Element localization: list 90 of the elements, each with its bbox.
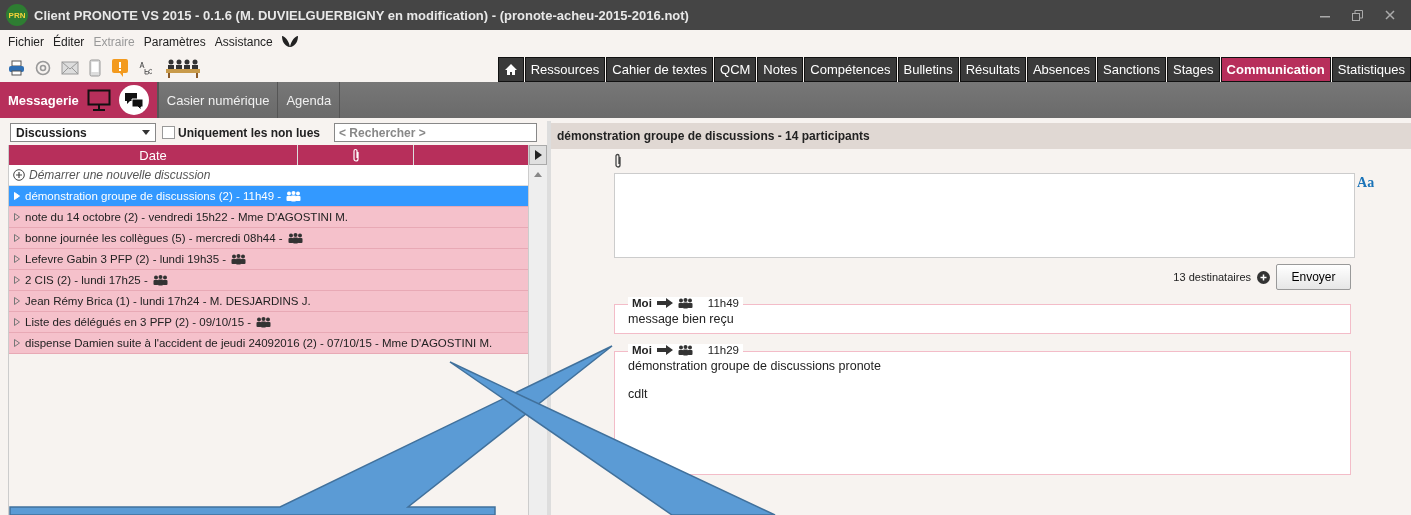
- module-tab[interactable]: Ressources: [524, 56, 606, 82]
- module-tab[interactable]: Bulletins: [897, 56, 959, 82]
- module-tab[interactable]: Sanctions: [1097, 56, 1167, 82]
- menu-item[interactable]: Assistance: [214, 34, 273, 49]
- butterfly-icon[interactable]: [281, 34, 298, 49]
- window-title: Client PRONOTE VS 2015 - 0.1.6 (M. DUVIELGUERBIGNY en modification) - (pronote-acheu-2015-2016.not): [34, 7, 690, 23]
- message-author: Moi: [632, 344, 652, 356]
- discussion-row[interactable]: note du 14 octobre (2) - vendredi 15h22 - Mme D'AGOSTINI M.: [9, 207, 529, 228]
- send-button[interactable]: Envoyer: [1276, 264, 1352, 290]
- conversation-title: démonstration groupe de discussions - 14 participants: [551, 123, 1411, 149]
- add-recipient-icon[interactable]: [1257, 270, 1271, 284]
- paperclip-icon: [351, 148, 360, 162]
- text-format-button[interactable]: Aa: [1357, 175, 1375, 191]
- expand-triangle-icon: [14, 234, 20, 242]
- checkbox-label: Uniquement les non lues: [178, 125, 321, 140]
- menu-item[interactable]: Fichier: [8, 34, 44, 49]
- group-icon: [256, 316, 272, 328]
- new-discussion-row[interactable]: Démarrer une nouvelle discussion: [9, 165, 529, 186]
- home-button[interactable]: [497, 56, 524, 82]
- new-discussion-label: Démarrer une nouvelle discussion: [29, 168, 211, 182]
- message-time: 11h49: [707, 297, 739, 309]
- plus-circle-icon: [13, 169, 25, 181]
- printer-icon[interactable]: [8, 59, 25, 76]
- envelope-icon[interactable]: [61, 60, 79, 75]
- message-input[interactable]: [614, 173, 1356, 258]
- scroll-up-icon[interactable]: [534, 172, 543, 177]
- group-icon: [231, 253, 247, 265]
- search-field[interactable]: < Rechercher >: [334, 123, 538, 142]
- right-triangle-icon: [534, 150, 542, 160]
- sub-tab[interactable]: Casier numérique: [158, 82, 279, 118]
- right-arrow-icon: [656, 345, 673, 355]
- discussion-row[interactable]: Jean Rémy Brica (1) - lundi 17h24 - M. DESJARDINS J.: [9, 291, 529, 312]
- restore-icon[interactable]: [1352, 9, 1363, 21]
- meeting-table-icon[interactable]: [165, 57, 201, 78]
- home-icon: [504, 63, 517, 75]
- module-tab[interactable]: Notes: [757, 56, 804, 82]
- sub-tab[interactable]: Agenda: [278, 82, 341, 118]
- group-icon: [677, 297, 693, 309]
- expand-triangle-icon: [14, 213, 20, 221]
- module-tab[interactable]: QCM: [714, 56, 757, 82]
- message-text: démonstration groupe de discussions pronote: [628, 359, 882, 373]
- group-icon: [152, 274, 168, 286]
- discussion-label: Liste des délégués en 3 PFP (2) - 09/10/15 -: [25, 316, 252, 328]
- group-icon: [287, 232, 303, 244]
- message-text: cdlt: [628, 387, 649, 401]
- message-time: 11h29: [707, 344, 739, 356]
- menu-item[interactable]: Paramètres: [143, 34, 206, 49]
- alert-bubble-icon[interactable]: [111, 57, 129, 78]
- module-tab[interactable]: Stages: [1167, 56, 1220, 82]
- discussion-type-dropdown[interactable]: Discussions: [10, 123, 156, 142]
- expand-triangle-icon: [14, 276, 20, 284]
- group-icon: [677, 344, 693, 356]
- discussion-label: 2 CIS (2) - lundi 17h25 -: [25, 274, 148, 286]
- discussion-label: Lefevre Gabin 3 PFP (2) - lundi 19h35 -: [25, 253, 227, 265]
- module-tab[interactable]: Résultats: [959, 56, 1026, 82]
- discussion-label: Jean Rémy Brica (1) - lundi 17h24 - M. DESJARDINS J.: [25, 295, 311, 307]
- module-tab[interactable]: Absences: [1026, 56, 1096, 82]
- discussion-label: dispense Damien suite à l'accident de jeudi 24092016 (2) - 07/10/15 - Mme D'AGOSTINI M.: [25, 337, 493, 349]
- discussion-row[interactable]: Liste des délégués en 3 PFP (2) - 09/10/15 -: [9, 312, 529, 333]
- app-logo: PRN: [6, 4, 28, 26]
- discussion-label: démonstration groupe de discussions (2) - 11h49 -: [25, 190, 282, 202]
- expand-column-button[interactable]: [529, 145, 548, 165]
- discussion-row[interactable]: dispense Damien suite à l'accident de jeudi 24092016 (2) - 07/10/15 - Mme D'AGOSTINI M.: [9, 333, 529, 354]
- chat-bubbles-icon[interactable]: [118, 85, 149, 115]
- discussion-label: note du 14 octobre (2) - vendredi 15h22 - Mme D'AGOSTINI M.: [25, 211, 349, 223]
- discussion-row[interactable]: Lefevre Gabin 3 PFP (2) - lundi 19h35 -: [9, 249, 529, 270]
- dropdown-caret-icon: [142, 130, 150, 135]
- expand-triangle-icon: [14, 297, 20, 305]
- expand-triangle-icon: [14, 255, 20, 263]
- close-icon[interactable]: [1385, 10, 1395, 20]
- expand-triangle-icon: [14, 339, 20, 347]
- module-tab[interactable]: Compétences: [804, 56, 897, 82]
- spell-check-icon[interactable]: [139, 59, 155, 76]
- module-tab[interactable]: Cahier de textes: [606, 56, 713, 82]
- module-tab[interactable]: Statistiques: [1331, 56, 1411, 82]
- paperclip-icon[interactable]: [614, 153, 623, 169]
- discussion-row[interactable]: bonne journée les collègues (5) - mercredi 08h44 -: [9, 228, 529, 249]
- module-tab[interactable]: Communication: [1220, 56, 1331, 82]
- discussion-label: bonne journée les collègues (5) - mercredi 08h44 -: [25, 232, 283, 244]
- message-author: Moi: [632, 297, 652, 309]
- recipients-count: 13 destinataires: [1173, 271, 1252, 283]
- monitor-icon[interactable]: [86, 89, 111, 111]
- discussion-row[interactable]: 2 CIS (2) - lundi 17h25 -: [9, 270, 529, 291]
- message-text: message bien reçu: [628, 312, 735, 326]
- right-arrow-icon: [656, 298, 673, 308]
- expand-triangle-icon: [14, 192, 20, 200]
- checkbox[interactable]: [162, 126, 175, 139]
- menu-item[interactable]: Éditer: [53, 34, 85, 49]
- group-icon: [286, 190, 302, 202]
- expand-triangle-icon: [14, 318, 20, 326]
